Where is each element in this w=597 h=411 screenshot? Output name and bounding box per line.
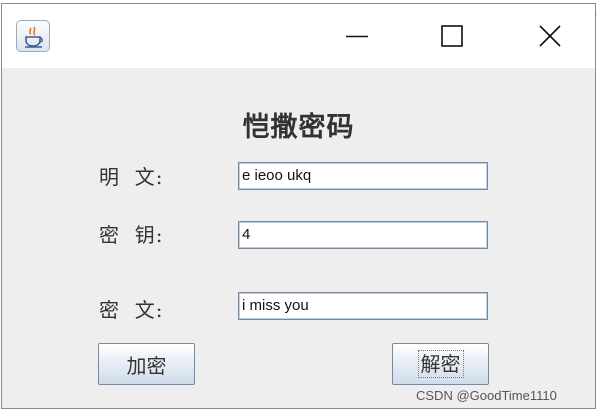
maximize-button[interactable] [407,4,497,68]
plaintext-label: 明 文: [99,165,164,189]
title-bar [2,4,595,68]
watermark: CSDN @GoodTime1110 [416,388,557,403]
close-icon [539,25,561,47]
key-label: 密 钥: [99,223,164,247]
maximize-icon [441,25,463,47]
decrypt-button-label: 解密 [417,350,464,378]
decrypt-button[interactable]: 解密 [392,343,489,385]
page-title: 恺撒密码 [242,112,355,143]
ciphertext-label: 密 文: [99,298,164,322]
ciphertext-input[interactable]: i miss you [238,292,488,320]
plaintext-input[interactable]: e ieoo ukq [238,162,488,190]
java-icon[interactable] [16,20,50,52]
minimize-button[interactable] [312,4,402,68]
minimize-icon [346,35,368,38]
encrypt-button-label: 加密 [126,353,167,378]
close-button[interactable] [505,4,595,68]
key-input[interactable]: 4 [238,221,488,249]
caesar-cipher-window: 恺撒密码 明 文: e ieoo ukq 密 钥: 4 密 文: i miss … [1,3,596,409]
encrypt-button[interactable]: 加密 [98,343,195,385]
